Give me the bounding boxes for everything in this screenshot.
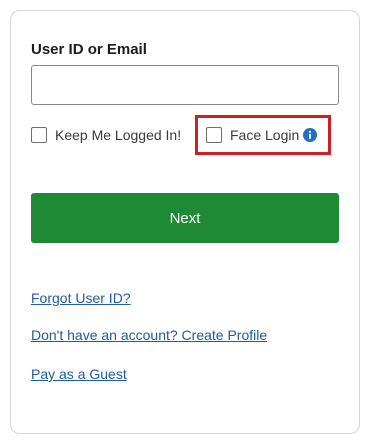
face-login-label: Face Login	[230, 127, 300, 143]
keep-logged-in-option[interactable]: Keep Me Logged In!	[31, 126, 181, 144]
user-id-label: User ID or Email	[31, 41, 147, 58]
keep-logged-in-label: Keep Me Logged In!	[55, 127, 182, 143]
info-icon[interactable]	[303, 128, 318, 142]
pay-as-guest-link[interactable]: Pay as a Guest	[31, 365, 127, 383]
create-profile-link[interactable]: Don't have an account? Create Profile	[31, 326, 267, 344]
face-login-option[interactable]: Face Login	[206, 126, 318, 144]
face-login-checkbox[interactable]	[206, 127, 222, 143]
keep-logged-in-checkbox[interactable]	[31, 127, 47, 143]
user-id-input[interactable]	[31, 65, 339, 105]
forgot-user-id-link[interactable]: Forgot User ID?	[31, 289, 131, 307]
next-button[interactable]: Next	[31, 193, 339, 243]
